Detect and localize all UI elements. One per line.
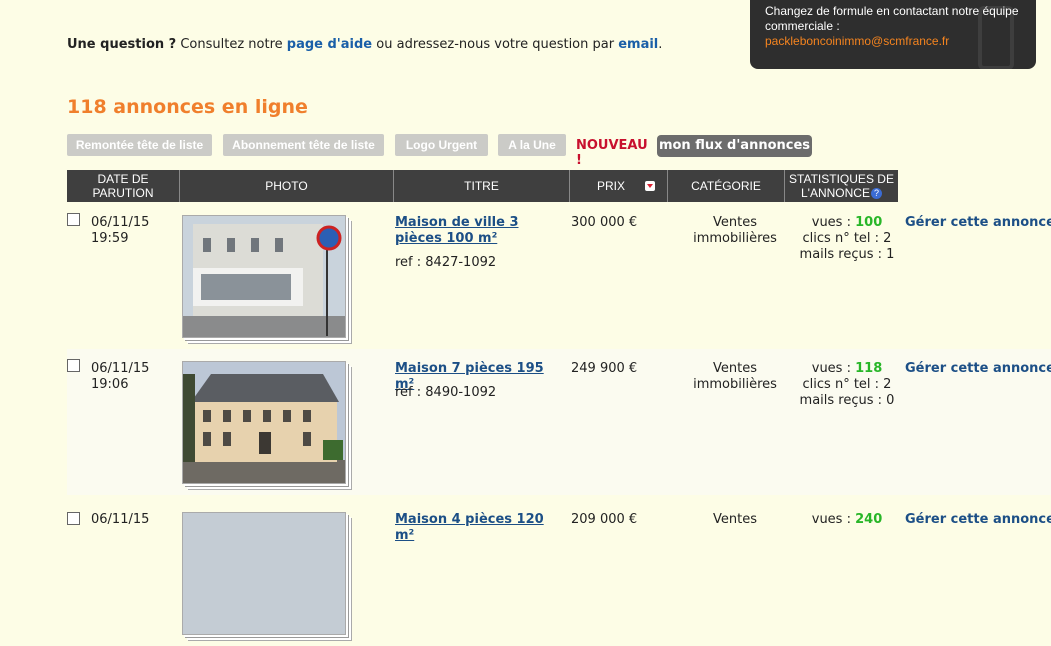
views-count: 118 [855,361,883,376]
row-title-link[interactable]: Maison 4 pièces 120 m² [395,512,565,544]
help-icon[interactable]: ? [870,188,882,199]
table-row: 06/11/15 19:59 Maison de ville 3 pièces … [67,203,1051,349]
row-photo[interactable] [182,361,346,484]
row-category: Ventes [713,512,757,527]
manage-ad-link[interactable]: Gérer cette annonce [905,361,1051,376]
col-price[interactable]: PRIX [570,170,668,202]
promo-email[interactable]: packleboncoinimmo@scmfrance.fr [765,34,1026,49]
urgent-logo-button[interactable]: Logo Urgent [395,134,488,156]
table-row: 06/11/15 19:06 Maison 7 pièces 195 m² re… [67,349,1051,495]
ads-count: 118 annonces en ligne [67,96,308,118]
row-stats: vues : 118 clics n° tel : 2 mails reçus … [799,361,895,408]
boost-button[interactable]: Remontée tête de liste [67,134,212,156]
row-price: 300 000 € [571,215,638,230]
col-date: DATE DE PARUTION [67,170,180,202]
row-date: 06/11/15 19:06 [91,361,150,392]
row-stats: vues : 240 [811,512,883,527]
manage-ad-link[interactable]: Gérer cette annonce [905,512,1051,527]
row-price: 249 900 € [571,361,638,376]
col-price-label: PRIX [597,179,626,193]
question-prefix: Une question ? [67,37,177,52]
promo-banner: Changez de formule en contactant notre é… [750,0,1036,69]
row-checkbox[interactable] [67,213,80,226]
row-category: Ventes immobilières [693,361,777,392]
subscription-button[interactable]: Abonnement tête de liste [223,134,384,156]
row-stats: vues : 100 clics n° tel : 2 mails reçus … [799,215,895,262]
row-ref: ref : 8490-1092 [395,385,497,400]
views-count: 100 [855,215,883,230]
row-checkbox[interactable] [67,512,80,525]
col-title: TITRE [394,170,570,202]
sort-down-icon[interactable] [645,181,655,191]
row-date: 06/11/15 [91,512,150,527]
row-checkbox[interactable] [67,359,80,372]
row-date: 06/11/15 19:59 [91,215,150,246]
col-stats: STATISTIQUES DE L'ANNONCE? [785,170,898,202]
row-ref: ref : 8427-1092 [395,255,497,270]
promo-message: Changez de formule en contactant notre é… [765,4,1019,33]
col-category: CATÉGORIE [668,170,785,202]
table-header: DATE DE PARUTION PHOTO TITRE PRIX CATÉGO… [67,170,898,202]
row-photo[interactable] [182,512,346,635]
help-question: Une question ? Consultez notre page d'ai… [67,37,663,52]
views-count: 240 [855,512,883,527]
col-photo: PHOTO [180,170,394,202]
new-badge: NOUVEAU ! [576,138,648,168]
headline-button[interactable]: A la Une [498,134,566,156]
manage-ad-link[interactable]: Gérer cette annonce [905,215,1051,230]
row-category: Ventes immobilières [693,215,777,246]
row-price: 209 000 € [571,512,638,527]
email-link[interactable]: email [618,37,658,52]
row-photo[interactable] [182,215,346,338]
row-title-link[interactable]: Maison de ville 3 pièces 100 m² [395,215,565,247]
help-page-link[interactable]: page d'aide [287,37,372,52]
ads-feed-button[interactable]: mon flux d'annonces [657,135,812,157]
